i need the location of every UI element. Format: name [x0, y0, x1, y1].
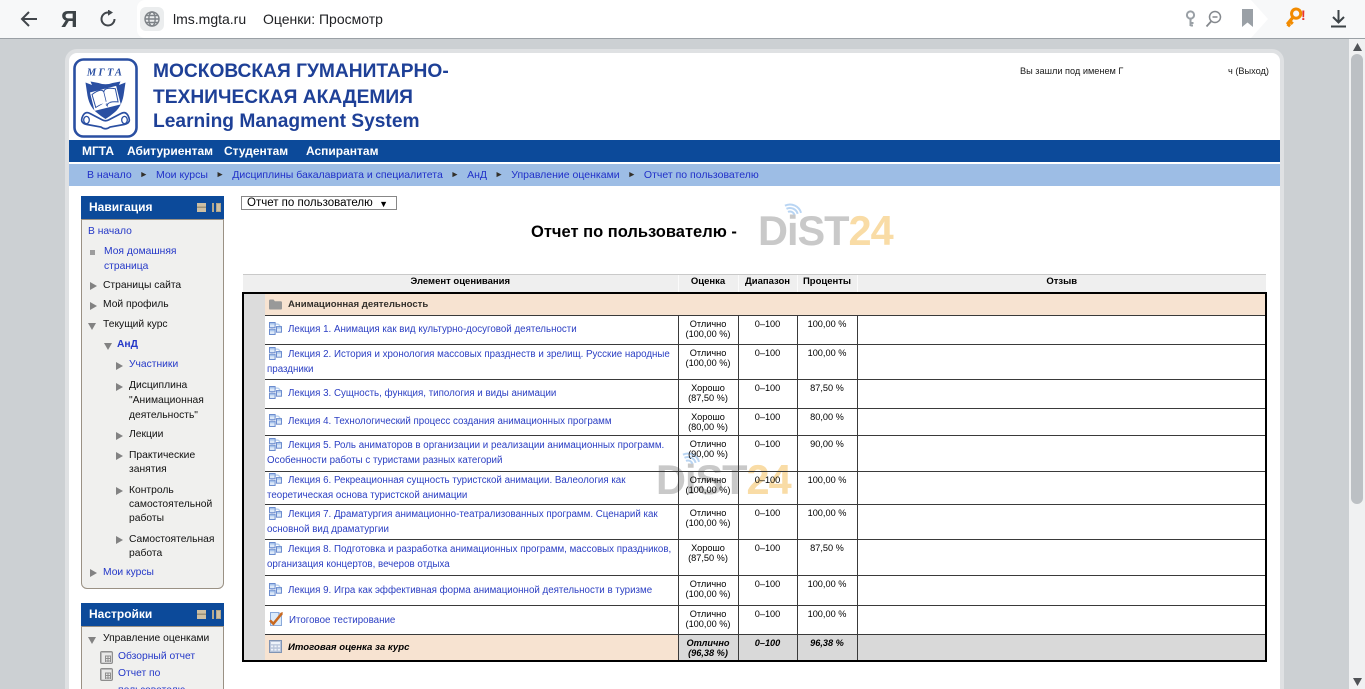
svg-text:МГТА: МГТА — [86, 68, 124, 79]
svg-text:!: ! — [1301, 7, 1306, 23]
